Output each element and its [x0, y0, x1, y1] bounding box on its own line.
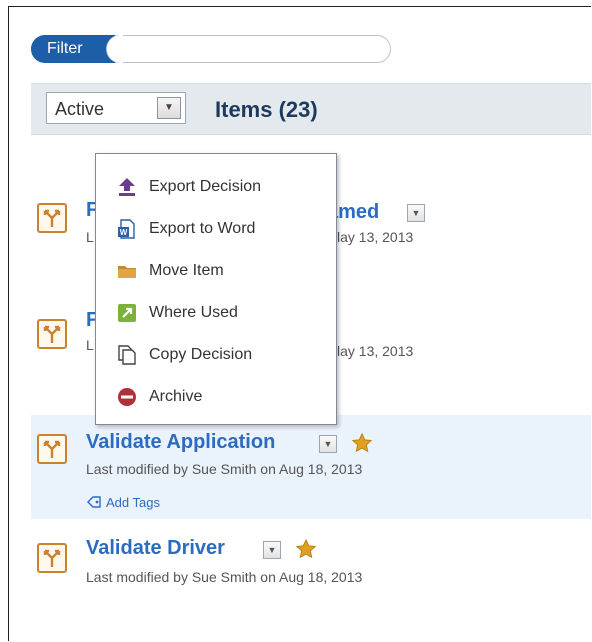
items-toolbar: Active ▼ Items (23)	[31, 83, 591, 135]
menu-item-move-item[interactable]: Move Item	[96, 252, 336, 288]
item-meta-end: lay 13, 2013	[337, 229, 414, 245]
app-frame: Filter Active ▼ Items (23) F amed ▼ L la…	[8, 6, 591, 641]
copy-icon	[118, 345, 136, 365]
menu-item-where-used[interactable]: Where Used	[96, 294, 336, 330]
list-item[interactable]: Validate Driver ▼ Last modified by Sue S…	[31, 531, 591, 601]
export-decision-icon	[119, 178, 135, 196]
where-used-icon	[118, 304, 136, 322]
status-select-value: Active	[55, 99, 105, 119]
add-tags-link[interactable]: Add Tags	[86, 495, 160, 510]
word-icon: W	[118, 219, 135, 239]
folder-icon	[118, 266, 136, 278]
menu-item-label: Export to Word	[149, 220, 256, 237]
menu-item-export-decision[interactable]: Export Decision	[96, 168, 336, 204]
menu-item-label: Where Used	[149, 304, 238, 321]
decision-icon	[37, 203, 67, 233]
item-meta: Last modified by Sue Smith on Aug 18, 20…	[86, 461, 363, 477]
item-title[interactable]: Validate Application	[86, 431, 275, 454]
item-menu-button[interactable]: ▼	[263, 541, 281, 559]
menu-item-label: Export Decision	[149, 178, 262, 195]
decision-icon	[37, 319, 67, 349]
item-menu-button[interactable]: ▼	[319, 435, 337, 453]
tag-icon	[87, 496, 101, 508]
items-count-title: Items (23)	[215, 97, 318, 122]
star-icon[interactable]	[295, 538, 317, 560]
menu-item-export-word[interactable]: W Export to Word	[96, 210, 336, 246]
filter-bar: Filter	[31, 35, 391, 63]
chevron-down-icon[interactable]: ▼	[157, 97, 181, 119]
menu-item-label: Move Item	[149, 262, 224, 279]
filter-input[interactable]	[121, 37, 385, 61]
decision-icon	[37, 434, 67, 464]
item-meta: Last modified by Sue Smith on Aug 18, 20…	[86, 569, 363, 585]
item-meta-start: L	[86, 337, 94, 353]
item-meta-start: L	[86, 229, 94, 245]
menu-item-copy-decision[interactable]: Copy Decision	[96, 336, 336, 372]
status-select[interactable]: Active ▼	[46, 92, 186, 124]
archive-icon	[118, 388, 136, 406]
item-meta-end: lay 13, 2013	[337, 343, 414, 359]
item-context-menu: Export Decision W Export to Word Move It…	[95, 153, 337, 425]
menu-item-archive[interactable]: Archive	[96, 378, 336, 414]
list-item[interactable]: Validate Application ▼ Last modified by …	[31, 415, 591, 519]
add-tags-label: Add Tags	[106, 495, 160, 510]
star-icon[interactable]	[351, 432, 373, 454]
menu-item-label: Copy Decision	[149, 346, 253, 363]
filter-label[interactable]: Filter	[31, 35, 123, 63]
decision-icon	[37, 543, 67, 573]
svg-text:W: W	[120, 228, 128, 237]
item-menu-button[interactable]: ▼	[407, 204, 425, 222]
item-title[interactable]: Validate Driver	[86, 537, 225, 560]
menu-item-label: Archive	[149, 388, 203, 405]
